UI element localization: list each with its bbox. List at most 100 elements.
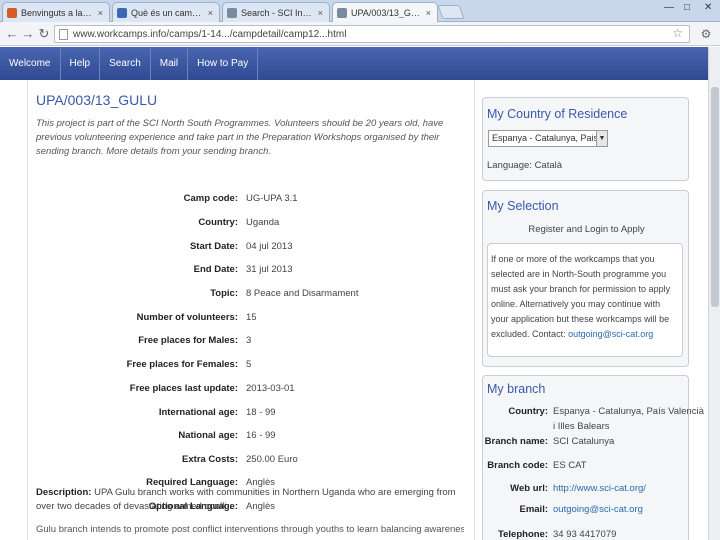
selection-box: My Selection Register and Login to Apply… xyxy=(482,190,689,367)
camp-description-more: Gulu branch intends to promote post conf… xyxy=(36,524,464,535)
web-page: Welcome Help Search Mail How to Pay UPA/… xyxy=(0,47,720,540)
field-label: Free places for Males: xyxy=(138,335,238,346)
nav-search[interactable]: Search xyxy=(100,47,151,80)
field-row: Start Date: 04 jul 2013 xyxy=(28,241,476,255)
field-label: End Date: xyxy=(193,264,238,275)
browser-tab-3[interactable]: Search - SCI International V × xyxy=(222,2,330,22)
field-row: National age: 16 - 99 xyxy=(28,430,476,444)
field-value: 3 xyxy=(246,335,252,346)
site-navigation: Welcome Help Search Mail How to Pay xyxy=(0,47,708,80)
maximize-icon[interactable]: □ xyxy=(684,2,690,13)
favicon-icon xyxy=(337,7,347,18)
language-label: Language: xyxy=(487,160,532,171)
close-tab-icon[interactable]: × xyxy=(318,8,323,18)
browser-tab-1[interactable]: Benvinguts a la Web - Cultur × xyxy=(2,2,110,22)
field-label: Topic: xyxy=(210,288,238,299)
field-value: 04 jul 2013 xyxy=(246,241,293,252)
field-value: 5 xyxy=(246,359,252,370)
minimize-icon[interactable]: — xyxy=(664,2,674,13)
close-tab-icon[interactable]: × xyxy=(208,8,213,18)
close-tab-icon[interactable]: × xyxy=(426,8,431,18)
favicon-icon xyxy=(227,7,237,18)
field-label: Free places last update: xyxy=(129,383,238,394)
branch-email-link[interactable]: outgoing@sci-cat.org xyxy=(553,504,643,515)
address-bar[interactable]: www.workcamps.info/camps/1-14.../campdet… xyxy=(54,25,690,43)
contact-label: Contact: xyxy=(532,329,566,339)
field-value: 18 - 99 xyxy=(246,407,276,418)
field-value: Uganda xyxy=(246,217,280,228)
register-login-link[interactable]: Register and Login to Apply xyxy=(483,224,690,235)
residence-select[interactable]: Espanya - Catalunya, Pais V ▼ xyxy=(488,130,608,147)
nav-help[interactable]: Help xyxy=(61,47,101,80)
branch-label: Country: xyxy=(508,406,548,417)
url-text: www.workcamps.info/camps/1-14.../campdet… xyxy=(73,28,347,40)
favicon-icon xyxy=(7,7,17,18)
camp-title: UPA/003/13_GULU xyxy=(36,92,158,108)
reload-icon[interactable]: ↻ xyxy=(36,26,52,42)
close-window-icon[interactable]: ✕ xyxy=(704,2,712,13)
language-line: Language: Català xyxy=(487,160,562,171)
description-label: Description: xyxy=(36,487,92,498)
tab-title: Search - SCI International V xyxy=(241,7,314,18)
field-value: 2013-03-01 xyxy=(246,383,295,394)
favicon-icon xyxy=(117,7,127,18)
residence-box: My Country of Residence Espanya - Catalu… xyxy=(482,97,689,181)
field-value: 250.00 Euro xyxy=(246,454,298,465)
branch-value: i Illes Balears xyxy=(553,421,610,432)
branch-label: Branch code: xyxy=(487,460,548,471)
selection-info-text: If one or more of the workcamps that you… xyxy=(491,254,671,339)
branch-box: My branch Country: Espanya - Catalunya, P… xyxy=(482,375,704,540)
branch-label: Email: xyxy=(519,504,548,515)
page-icon xyxy=(59,28,68,40)
field-label: Camp code: xyxy=(183,193,238,204)
camp-intro: This project is part of the SCI North So… xyxy=(36,118,444,157)
branch-heading: My branch xyxy=(487,382,546,396)
tab-title: Benvinguts a la Web - Cultur xyxy=(21,7,94,18)
branch-value: Espanya - Catalunya, País Valencià xyxy=(553,406,704,417)
field-label: Extra Costs: xyxy=(182,454,238,465)
page-scrollbar[interactable] xyxy=(708,47,720,540)
browser-toolbar: ← → ↻ www.workcamps.info/camps/1-14.../c… xyxy=(0,22,720,46)
dropdown-arrow-icon: ▼ xyxy=(596,131,607,146)
branch-web-link[interactable]: http://www.sci-cat.org/ xyxy=(553,483,646,494)
residence-selected-value: Espanya - Catalunya, Pais V xyxy=(492,133,607,143)
branch-value: http://www.sci-cat.org/ xyxy=(553,483,646,494)
selection-info-box: If one or more of the workcamps that you… xyxy=(487,243,683,357)
new-tab-button[interactable] xyxy=(437,5,465,19)
field-row: Camp code: UG-UPA 3.1 xyxy=(28,193,476,207)
field-value: 16 - 99 xyxy=(246,430,276,441)
field-row: End Date: 31 jul 2013 xyxy=(28,264,476,278)
nav-mail[interactable]: Mail xyxy=(151,47,189,80)
scrollbar-thumb[interactable] xyxy=(711,87,719,307)
field-label: National age: xyxy=(178,430,238,441)
branch-value: outgoing@sci-cat.org xyxy=(553,504,643,515)
field-label: Start Date: xyxy=(189,241,238,252)
field-label: Number of volunteers: xyxy=(136,312,238,323)
browser-tab-strip: Benvinguts a la Web - Cultur × Què és un… xyxy=(0,0,720,22)
wrench-menu-icon[interactable]: ⚙ xyxy=(698,26,714,42)
tab-title: UPA/003/13_GULU - SCI Inte xyxy=(351,7,422,18)
close-tab-icon[interactable]: × xyxy=(98,8,103,18)
branch-value: 34 93 4417079 xyxy=(553,529,617,540)
back-arrow-icon[interactable]: ← xyxy=(4,26,20,42)
field-value: UG-UPA 3.1 xyxy=(246,193,298,204)
forward-arrow-icon[interactable]: → xyxy=(20,26,36,42)
field-row: Extra Costs: 250.00 Euro xyxy=(28,454,476,468)
field-row: Topic: 8 Peace and Disarmament xyxy=(28,288,476,302)
nav-how-to-pay[interactable]: How to Pay xyxy=(188,47,259,80)
field-label: International age: xyxy=(158,407,238,418)
field-value: 15 xyxy=(246,312,257,323)
browser-tab-4-active[interactable]: UPA/003/13_GULU - SCI Inte × xyxy=(332,2,438,22)
field-row: International age: 18 - 99 xyxy=(28,407,476,421)
nav-welcome[interactable]: Welcome xyxy=(0,47,61,80)
field-row: Number of volunteers: 15 xyxy=(28,312,476,326)
field-value: 31 jul 2013 xyxy=(246,264,293,275)
contact-email-link[interactable]: outgoing@sci-cat.org xyxy=(568,329,653,339)
camp-detail-panel: UPA/003/13_GULU This project is part of … xyxy=(27,80,475,540)
branch-label: Branch name: xyxy=(484,436,548,447)
field-row: Free places last update: 2013-03-01 xyxy=(28,383,476,397)
branch-value: SCI Catalunya xyxy=(553,436,615,447)
bookmark-star-icon[interactable]: ☆ xyxy=(672,26,683,40)
field-row: Country: Uganda xyxy=(28,217,476,231)
browser-tab-2[interactable]: Què és un camp de voluntari × xyxy=(112,2,220,22)
